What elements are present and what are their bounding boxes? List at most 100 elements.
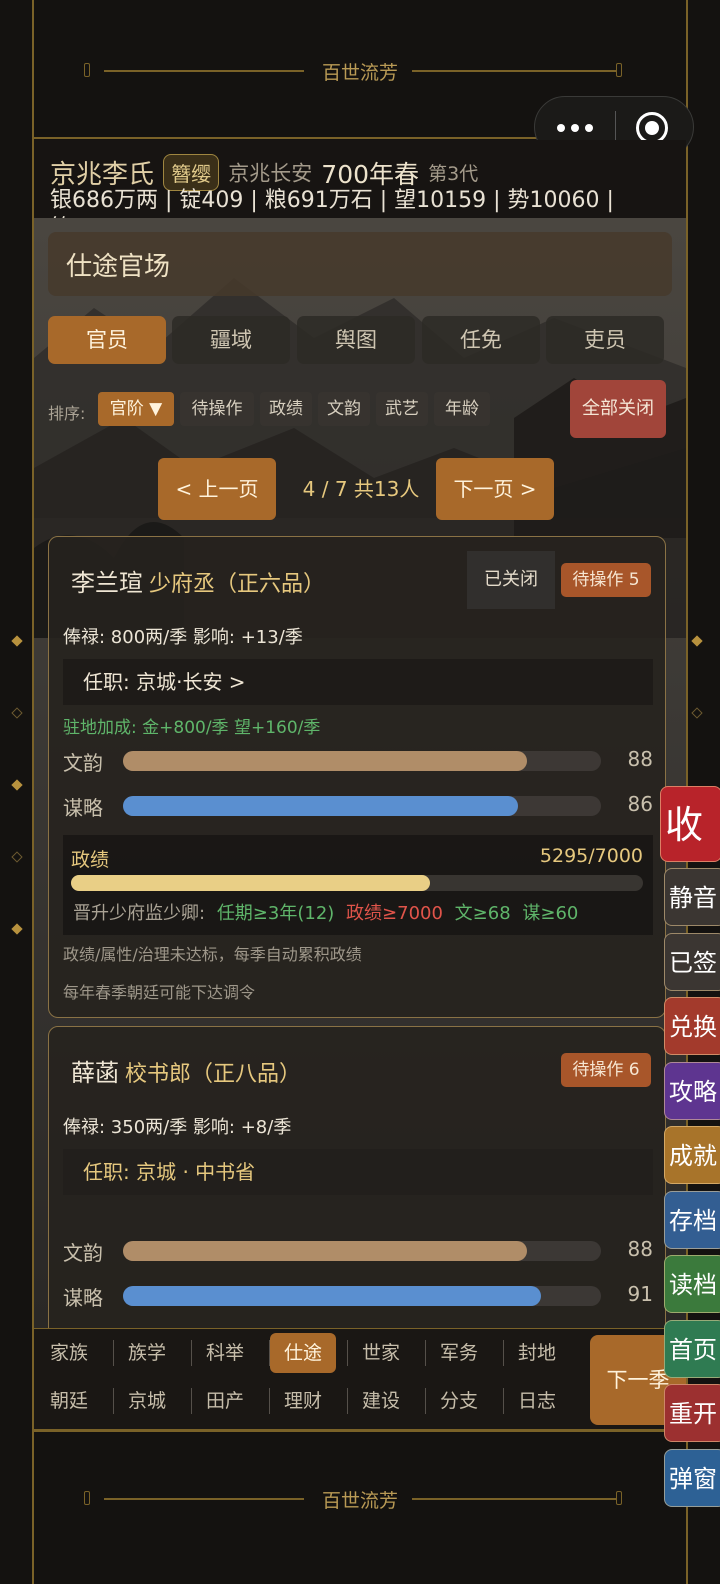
literary-bar-fill: [123, 1241, 527, 1261]
merit-label: 政绩: [71, 849, 110, 871]
achievements-button[interactable]: 成就: [664, 1126, 720, 1184]
page-info: 4 / 7 共13人: [302, 477, 420, 501]
strategy-bar: [123, 796, 601, 816]
more-menu-icon[interactable]: [557, 115, 595, 141]
stat-label-strategy: 谋略: [63, 796, 103, 820]
resource-bar: 银686万两 | 锭409 | 粮691万石 | 望10159 | 势10060…: [50, 188, 614, 213]
literary-bar: [123, 751, 601, 771]
career-panel: 仕途官场 官员 疆域 舆图 任免 吏员 排序: 官阶 ▼ 待操作 政绩 文韵 武…: [34, 218, 686, 1328]
nav-separator: [191, 1340, 192, 1366]
nav-family[interactable]: 家族: [36, 1333, 102, 1373]
load-button[interactable]: 读档: [664, 1255, 720, 1313]
req-literary: 文≥68: [454, 903, 511, 924]
official-name: 薛菡: [71, 1059, 119, 1087]
strategy-bar: [123, 1286, 601, 1306]
sort-pending-button[interactable]: 待操作: [180, 392, 254, 426]
merit-bar-fill: [71, 875, 430, 891]
close-all-button[interactable]: 全部关闭: [570, 380, 666, 438]
nav-military[interactable]: 军务: [426, 1333, 492, 1373]
official-card: 薛菡 校书郎（正八品） 待操作 6 俸禄: 350两/季 影响: +8/季 任职:…: [48, 1026, 666, 1328]
popup-button[interactable]: 弹窗: [664, 1448, 720, 1507]
nav-clans[interactable]: 世家: [348, 1333, 414, 1373]
merit-section: 政绩 5295/7000 晋升少府监少卿: 任期≥3年(12) 政绩≥7000 …: [63, 835, 653, 935]
literary-bar-fill: [123, 751, 527, 771]
tab-clerks[interactable]: 吏员: [546, 316, 664, 364]
collapse-button[interactable]: 收: [660, 786, 720, 862]
sort-martial-button[interactable]: 武艺: [376, 392, 428, 426]
sort-rank-button[interactable]: 官阶 ▼: [98, 392, 174, 426]
stat-value-strategy: 86: [627, 792, 653, 816]
strategy-bar-fill: [123, 796, 518, 816]
nav-school[interactable]: 族学: [114, 1333, 180, 1373]
official-name-line: 薛菡 校书郎（正八品）: [71, 1053, 301, 1088]
nav-career[interactable]: 仕途: [270, 1333, 336, 1373]
note-line: 政绩/属性/治理未达标，每季自动累积政绩: [63, 945, 362, 964]
posting-link[interactable]: 任职: 京城·长安 >: [63, 659, 653, 705]
pending-actions-badge[interactable]: 待操作 6: [561, 1053, 651, 1087]
panel-title: 仕途官场: [48, 232, 672, 296]
strategy-bar-fill: [123, 1286, 541, 1306]
merit-bar: [71, 875, 643, 891]
official-name: 李兰瑄: [71, 569, 143, 597]
nav-exam[interactable]: 科举: [192, 1333, 258, 1373]
next-page-button[interactable]: 下一页 >: [436, 458, 554, 520]
official-office: 校书郎（正八品）: [125, 1062, 302, 1087]
tab-officials[interactable]: 官员: [48, 316, 166, 364]
restart-button[interactable]: 重开: [664, 1384, 720, 1442]
nav-finance[interactable]: 理财: [270, 1381, 336, 1421]
nav-separator: [113, 1388, 114, 1414]
save-button[interactable]: 存档: [664, 1190, 720, 1249]
nav-branch[interactable]: 分支: [426, 1381, 492, 1421]
nav-build[interactable]: 建设: [348, 1381, 414, 1421]
official-office: 少府丞（正六品）: [149, 572, 326, 597]
salary-info: 俸禄: 800两/季 影响: +13/季: [63, 627, 303, 648]
nav-court[interactable]: 朝廷: [36, 1381, 102, 1421]
literary-bar: [123, 1241, 601, 1261]
resource-bar-overflow: 第100: [50, 210, 114, 218]
nav-fields[interactable]: 田产: [192, 1381, 258, 1421]
prev-page-button[interactable]: < 上一页: [158, 458, 276, 520]
tab-appointments[interactable]: 任免: [422, 316, 540, 364]
stat-value-literary: 88: [627, 1237, 653, 1261]
stat-value-literary: 88: [627, 747, 653, 771]
stat-label-literary: 文韵: [63, 1241, 103, 1265]
nav-separator: [347, 1340, 348, 1366]
official-name-line: 李兰瑄 少府丞（正六品）: [71, 563, 325, 598]
nav-capital[interactable]: 京城: [114, 1381, 180, 1421]
sort-age-button[interactable]: 年龄: [434, 392, 490, 426]
nav-separator: [503, 1340, 504, 1366]
nav-log[interactable]: 日志: [504, 1381, 570, 1421]
nav-separator: [191, 1388, 192, 1414]
tab-territory[interactable]: 疆域: [172, 316, 290, 364]
stat-label-strategy: 谋略: [63, 1286, 103, 1310]
posting-link[interactable]: 任职: 京城 · 中书省: [63, 1149, 653, 1195]
stat-value-strategy: 91: [627, 1282, 653, 1306]
nav-separator: [269, 1340, 270, 1366]
nav-fief[interactable]: 封地: [504, 1333, 570, 1373]
bottom-navigation: 下一季 家族 族学 科举 仕途 世家 军务 封地 朝廷 京城 田产 理财 建设 分支 日志: [34, 1328, 686, 1430]
closed-status-button[interactable]: 已关闭: [467, 551, 555, 609]
req-tenure: 任期≥3年(12): [216, 903, 335, 924]
home-button[interactable]: 首页: [664, 1319, 720, 1378]
sort-merit-button[interactable]: 政绩: [260, 392, 312, 426]
nav-separator: [425, 1388, 426, 1414]
nav-separator: [113, 1340, 114, 1366]
sort-label: 排序:: [48, 404, 86, 423]
redeem-button[interactable]: 兑换: [664, 997, 720, 1055]
tab-map[interactable]: 舆图: [297, 316, 415, 364]
salary-info: 俸禄: 350两/季 影响: +8/季: [63, 1117, 292, 1138]
nav-separator: [269, 1388, 270, 1414]
nav-separator: [425, 1340, 426, 1366]
pending-actions-badge[interactable]: 待操作 5: [561, 563, 651, 597]
promotion-requirements: 晋升少府监少卿: 任期≥3年(12) 政绩≥7000 文≥68 谋≥60: [73, 899, 578, 925]
official-card: 李兰瑄 少府丞（正六品） 已关闭 待操作 5 俸禄: 800两/季 影响: +13…: [48, 536, 666, 1018]
req-merit: 政绩≥7000: [346, 903, 443, 924]
guide-button[interactable]: 攻略: [664, 1061, 720, 1120]
frame-bottom-divider: [32, 1430, 688, 1432]
merit-value: 5295/7000: [539, 845, 643, 867]
sort-literary-button[interactable]: 文韵: [318, 392, 370, 426]
note-line: 每年春季朝廷可能下达调令: [63, 983, 256, 1002]
mute-button[interactable]: 静音: [664, 868, 720, 926]
nav-separator: [503, 1388, 504, 1414]
signed-button[interactable]: 已签: [664, 932, 720, 991]
